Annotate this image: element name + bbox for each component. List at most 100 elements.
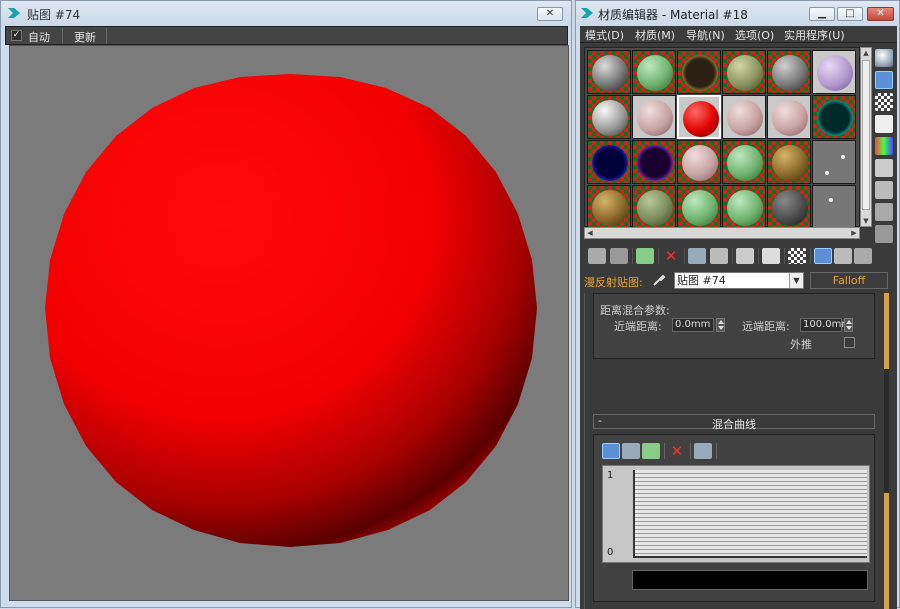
mix-curve-title: 混合曲线 xyxy=(712,418,756,431)
auto-checkbox[interactable]: ✓ xyxy=(11,30,22,41)
minimize-button[interactable]: ▁ xyxy=(809,7,835,21)
toolbar-divider xyxy=(658,248,659,264)
sample-slot[interactable] xyxy=(587,50,631,94)
diffuse-map-label: 漫反射贴图: xyxy=(584,276,643,289)
sample-slot[interactable] xyxy=(632,95,676,139)
sample-slot[interactable] xyxy=(812,95,856,139)
put-to-library-icon[interactable] xyxy=(710,248,728,264)
select-by-material-icon[interactable] xyxy=(875,203,893,221)
map-viewer-close-button[interactable]: ✕ xyxy=(537,7,563,21)
map-name-value: 贴图 #74 xyxy=(677,274,726,287)
sample-slot[interactable] xyxy=(587,140,631,184)
scroll-down-icon[interactable]: ▼ xyxy=(861,216,871,226)
scroll-left-icon[interactable]: ◀ xyxy=(585,228,595,238)
sample-slot[interactable] xyxy=(632,140,676,184)
menu-bar: 模式(D) 材质(M) 导航(N) 选项(O) 实用程序(U) xyxy=(580,26,897,43)
rollout-scroll-thumb[interactable] xyxy=(884,493,889,609)
sample-slot[interactable] xyxy=(767,95,811,139)
far-distance-spinner[interactable] xyxy=(844,318,853,332)
distance-blend-title: 距离混合参数: xyxy=(600,304,670,317)
material-effects-channel-icon[interactable] xyxy=(736,248,754,264)
curve-y-max-label: 1 xyxy=(607,470,614,481)
sample-slot[interactable] xyxy=(767,140,811,184)
curve-plot-area[interactable] xyxy=(633,470,867,558)
sample-slot[interactable] xyxy=(812,50,856,94)
menu-mode[interactable]: 模式(D) xyxy=(585,27,624,43)
menu-material[interactable]: 材质(M) xyxy=(635,27,675,43)
map-viewer-titlebar[interactable]: 贴图 #74 ✕ xyxy=(1,1,571,26)
backlight-icon[interactable] xyxy=(875,71,893,89)
menu-options[interactable]: 选项(O) xyxy=(735,27,774,43)
close-icon: ✕ xyxy=(545,8,555,19)
background-icon[interactable] xyxy=(875,93,893,111)
scroll-right-icon[interactable]: ▶ xyxy=(849,228,859,238)
sample-slot[interactable] xyxy=(677,50,721,94)
delete-point-icon[interactable]: ✕ xyxy=(668,443,686,459)
add-point-icon[interactable] xyxy=(642,443,660,459)
maximize-button[interactable]: □ xyxy=(837,7,863,21)
go-to-parent-icon[interactable] xyxy=(814,248,832,264)
scroll-up-icon[interactable]: ▲ xyxy=(861,48,871,58)
uv-tiling-icon[interactable] xyxy=(875,115,893,133)
chevron-down-icon[interactable]: ▼ xyxy=(789,273,803,288)
sample-slot[interactable] xyxy=(722,140,766,184)
toolbar-divider xyxy=(684,248,685,264)
sample-slot[interactable] xyxy=(677,140,721,184)
sample-slot[interactable] xyxy=(722,50,766,94)
close-button[interactable]: ✕ xyxy=(867,7,894,21)
menu-navigation[interactable]: 导航(N) xyxy=(686,27,725,43)
sample-slot[interactable] xyxy=(632,50,676,94)
rollout-scroll-thumb[interactable] xyxy=(884,293,889,369)
sample-slot[interactable] xyxy=(722,95,766,139)
sample-slot[interactable] xyxy=(632,185,676,229)
sample-slot[interactable] xyxy=(587,95,631,139)
eyedropper-icon[interactable] xyxy=(652,273,666,287)
sample-slot[interactable] xyxy=(677,185,721,229)
sample-slot-active[interactable] xyxy=(677,95,721,139)
material-map-navigator-icon[interactable] xyxy=(875,225,893,243)
mix-curve-rollout-header[interactable]: - 混合曲线 xyxy=(593,414,875,431)
curve-gradient-preview xyxy=(632,570,868,590)
sample-slot[interactable] xyxy=(767,185,811,229)
sample-slot[interactable] xyxy=(767,50,811,94)
maximize-icon: □ xyxy=(845,8,855,19)
make-preview-icon[interactable] xyxy=(875,159,893,177)
red-sphere xyxy=(45,74,537,547)
extrapolate-checkbox[interactable] xyxy=(844,337,855,348)
far-distance-field[interactable]: 100.0mm xyxy=(800,318,851,332)
map-name-combo[interactable]: 贴图 #74 ▼ xyxy=(674,272,804,289)
map-type-button[interactable]: Falloff xyxy=(810,272,888,289)
menu-utilities[interactable]: 实用程序(U) xyxy=(784,27,845,43)
show-map-in-viewport-icon[interactable] xyxy=(762,248,780,264)
go-forward-to-sibling-icon[interactable] xyxy=(834,248,852,264)
sample-slot[interactable] xyxy=(587,185,631,229)
update-button[interactable]: 更新 xyxy=(74,29,96,45)
options-icon[interactable] xyxy=(875,181,893,199)
side-toolbar xyxy=(873,47,895,247)
sample-slot[interactable] xyxy=(812,185,856,229)
sample-slot[interactable] xyxy=(722,185,766,229)
near-distance-field[interactable]: 0.0mm xyxy=(672,318,714,332)
slots-horizontal-scrollbar[interactable]: ◀ ▶ xyxy=(584,227,860,239)
video-color-check-icon[interactable] xyxy=(875,137,893,155)
sample-slot[interactable] xyxy=(812,140,856,184)
reset-map-icon[interactable]: ✕ xyxy=(662,248,680,264)
get-material-icon[interactable] xyxy=(588,248,606,264)
material-editor-body: ▲ ▼ ◀ ▶ ✕ 漫反射贴图: 贴图 #74 ▼ Falloff 距离混合参数… xyxy=(580,43,897,609)
mix-curve-graph[interactable]: 1 0 xyxy=(602,465,870,563)
assign-to-selection-icon[interactable] xyxy=(636,248,654,264)
sphere-preview xyxy=(45,74,537,547)
slots-vertical-scrollbar[interactable]: ▲ ▼ xyxy=(860,47,872,227)
scale-point-icon[interactable] xyxy=(622,443,640,459)
near-distance-spinner[interactable] xyxy=(716,318,725,332)
show-end-result-icon[interactable] xyxy=(788,248,806,264)
put-to-scene-icon[interactable] xyxy=(610,248,628,264)
material-navigator-icon[interactable] xyxy=(854,248,872,264)
make-unique-icon[interactable] xyxy=(688,248,706,264)
material-editor-titlebar[interactable]: 材质编辑器 - Material #18 ▁ □ ✕ xyxy=(576,1,899,26)
reset-curve-icon[interactable] xyxy=(694,443,712,459)
rollout-scrollbar[interactable] xyxy=(884,293,889,609)
move-point-icon[interactable] xyxy=(602,443,620,459)
scroll-thumb[interactable] xyxy=(862,60,870,210)
sample-type-icon[interactable] xyxy=(875,49,893,67)
